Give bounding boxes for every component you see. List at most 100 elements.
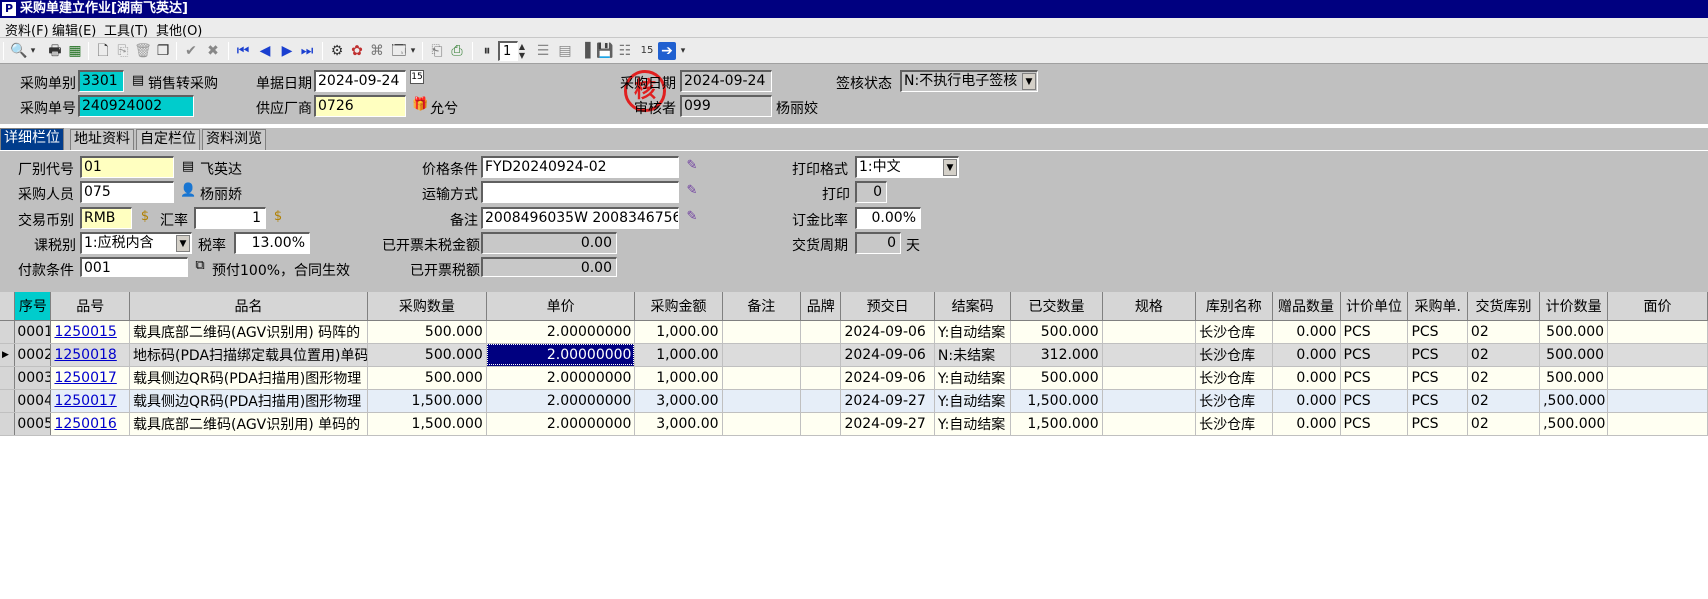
transport-field[interactable] [481, 181, 679, 203]
last-record-icon[interactable]: ⏭ [298, 42, 316, 60]
table-cell[interactable]: 02 [1467, 412, 1541, 436]
table-cell[interactable]: 长沙仓库 [1195, 389, 1273, 413]
table-cell[interactable]: N:未结案 [934, 343, 1012, 367]
po-type-field[interactable]: 3301 [78, 70, 124, 92]
table-cell[interactable]: 载具侧边QR码(PDA扫描用)图形物理 [129, 389, 368, 413]
payment-lookup-icon[interactable]: ⧉ [192, 258, 208, 274]
table-cell[interactable] [1102, 389, 1197, 413]
column-header[interactable]: 备注 [722, 292, 802, 321]
table-cell[interactable]: 500.000 [1539, 366, 1609, 390]
table-cell[interactable]: PCS [1340, 412, 1409, 436]
preview-dropdown-icon[interactable]: ▾ [28, 42, 38, 60]
table-cell[interactable]: Y:自动结案 [934, 320, 1012, 344]
menu-edit[interactable]: 编辑(E) [52, 20, 96, 39]
table-cell[interactable]: 500.000 [367, 366, 487, 390]
document-icon[interactable]: ▤ [130, 73, 146, 89]
doc-date-field[interactable]: 2024-09-24 [314, 70, 406, 92]
price-cond-field[interactable]: FYD20240924-02 [481, 156, 679, 178]
table-cell[interactable] [722, 389, 802, 413]
table-cell[interactable] [1607, 366, 1708, 390]
table-cell[interactable]: 载具底部二维码(AGV识别用) 码阵的 [129, 320, 368, 344]
table-cell[interactable]: 500.000 [1539, 320, 1609, 344]
deposit-ratio-field[interactable]: 0.00% [855, 207, 921, 229]
edit-note-icon[interactable]: ✎ [684, 209, 700, 225]
table-cell[interactable]: 0.000 [1272, 366, 1341, 390]
row-indicator[interactable] [0, 412, 16, 436]
column-header[interactable]: 规格 [1102, 292, 1197, 321]
table-cell[interactable]: 0.000 [1272, 389, 1341, 413]
supplier-lookup-icon[interactable]: 🎁 [412, 97, 428, 113]
chevron-down-icon[interactable]: ▼ [1022, 73, 1036, 90]
remark-field[interactable]: 2008496035W 2008346756W [481, 207, 679, 229]
table-cell[interactable] [722, 366, 802, 390]
table-cell[interactable]: 3,000.00 [634, 389, 723, 413]
table-cell[interactable]: 0002 [14, 343, 52, 367]
item-code-link[interactable]: 1250017 [50, 389, 131, 413]
column-header[interactable]: 库别名称 [1195, 292, 1273, 321]
calendar-icon[interactable]: 15 [638, 42, 656, 60]
table-cell[interactable]: PCS [1407, 412, 1468, 436]
column-header[interactable]: 采购金额 [634, 292, 723, 321]
table-cell[interactable]: 2.00000000 [486, 366, 636, 390]
table-cell[interactable]: 2.00000000 [486, 389, 636, 413]
first-record-icon[interactable]: ⏮ [234, 42, 252, 60]
tax-type-select[interactable]: 1:应税内含 ▼ [80, 232, 192, 254]
attachment-icon[interactable]: ⎗ [428, 42, 446, 60]
import-icon[interactable]: ⎙ [448, 42, 466, 60]
table-cell[interactable]: PCS [1407, 343, 1468, 367]
column-header[interactable]: 采购数量 [367, 292, 487, 321]
table-cell[interactable]: Y:自动结案 [934, 412, 1012, 436]
table-cell[interactable]: 1,500.000 [367, 412, 487, 436]
save-icon[interactable]: 💾 [596, 42, 614, 60]
person-icon[interactable]: 👤 [180, 183, 196, 199]
payment-field[interactable]: 001 [80, 257, 188, 277]
table-row[interactable]: ▶ 0002 1250018 地标码(PDA扫描绑定载具位置用)单码 500.000 2.… [0, 343, 1708, 367]
edit-note-icon[interactable]: ✎ [684, 183, 700, 199]
column-header[interactable]: 交货库别 [1467, 292, 1541, 321]
tab-browse[interactable]: 资料浏览 [202, 129, 266, 150]
table-cell[interactable]: 1,000.00 [634, 320, 723, 344]
menu-tools[interactable]: 工具(T) [104, 20, 148, 39]
print-format-select[interactable]: 1:中文 ▼ [855, 156, 959, 178]
column-header[interactable]: 采购单. [1407, 292, 1468, 321]
column-header[interactable]: 赠品数量 [1272, 292, 1341, 321]
supplier-field[interactable]: 0726 [314, 95, 406, 117]
settings-list-icon[interactable]: ☷ [616, 42, 634, 60]
column-header[interactable]: 单价 [486, 292, 636, 321]
table-cell[interactable] [1102, 412, 1197, 436]
table-cell[interactable]: 312.000 [1010, 343, 1103, 367]
column-header[interactable]: 品号 [50, 292, 131, 321]
table-cell[interactable]: PCS [1340, 389, 1409, 413]
table-cell[interactable] [1607, 343, 1708, 367]
duplicate-icon[interactable]: ❐ [154, 42, 172, 60]
column-header[interactable]: 结案码 [934, 292, 1012, 321]
table-cell[interactable]: 2024-09-06 [840, 366, 935, 390]
table-cell[interactable]: ,500.000 [1539, 389, 1609, 413]
table-cell[interactable]: 2024-09-06 [840, 343, 935, 367]
table-cell[interactable] [800, 366, 842, 390]
column-header[interactable]: 品牌 [800, 292, 842, 321]
tax-rate-field[interactable]: 13.00% [234, 232, 310, 254]
po-no-field[interactable]: 240924002 [78, 95, 194, 117]
column-header[interactable]: 面价 [1607, 292, 1708, 321]
table-cell[interactable]: PCS [1407, 366, 1468, 390]
table-cell[interactable]: ,500.000 [1539, 412, 1609, 436]
table-cell[interactable]: 长沙仓库 [1195, 320, 1273, 344]
buyer-field[interactable]: 075 [80, 181, 174, 203]
window-dropdown-icon[interactable]: ▾ [408, 42, 418, 60]
factory-field[interactable]: 01 [80, 156, 174, 178]
column-header[interactable]: 预交日 [840, 292, 935, 321]
table-cell[interactable]: 2024-09-06 [840, 320, 935, 344]
item-code-link[interactable]: 1250018 [50, 343, 131, 367]
table-cell[interactable] [1607, 389, 1708, 413]
table-cell[interactable]: 长沙仓库 [1195, 412, 1273, 436]
table-cell[interactable]: 1,500.000 [1010, 389, 1103, 413]
table-cell[interactable]: 0.000 [1272, 412, 1341, 436]
table-cell[interactable]: Y:自动结案 [934, 389, 1012, 413]
table-cell[interactable]: 500.000 [1010, 366, 1103, 390]
delete-icon[interactable]: 🗑 [134, 42, 152, 60]
table-cell[interactable]: 02 [1467, 389, 1541, 413]
copies-input[interactable]: 1 [498, 41, 518, 61]
table-cell[interactable]: 2.00000000 [486, 412, 636, 436]
table-cell[interactable] [722, 320, 802, 344]
